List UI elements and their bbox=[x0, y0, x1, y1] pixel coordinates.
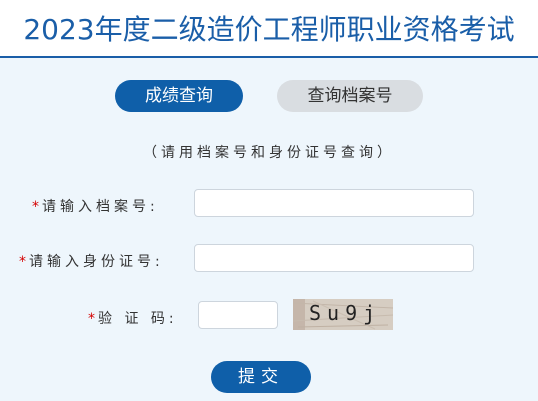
archive-number-label: * 请输入档案号: bbox=[32, 196, 159, 216]
captcha-label: * 验 证 码: bbox=[88, 308, 178, 328]
required-mark: * bbox=[19, 254, 26, 270]
tab-archive-query[interactable]: 查询档案号 bbox=[277, 80, 423, 112]
submit-button[interactable]: 提交 bbox=[211, 361, 311, 393]
id-number-label: * 请输入身份证号: bbox=[19, 251, 164, 271]
id-number-input[interactable] bbox=[194, 244, 474, 272]
tab-score-query[interactable]: 成绩查询 bbox=[115, 80, 243, 112]
archive-number-input[interactable] bbox=[194, 189, 474, 217]
required-mark: * bbox=[88, 311, 95, 327]
required-mark: * bbox=[32, 199, 39, 215]
captcha-image[interactable]: Su9j bbox=[293, 299, 393, 330]
page: 2023年度二级造价工程师职业资格考试 成绩查询 查询档案号 （请用档案号和身份… bbox=[0, 0, 538, 401]
captcha-label-text: 验 证 码: bbox=[98, 311, 178, 327]
header: 2023年度二级造价工程师职业资格考试 bbox=[0, 0, 538, 58]
query-hint: （请用档案号和身份证号查询） bbox=[143, 145, 395, 161]
archive-number-label-text: 请输入档案号: bbox=[42, 199, 159, 215]
query-panel: 成绩查询 查询档案号 （请用档案号和身份证号查询） * 请输入档案号: * 请输入身… bbox=[0, 58, 538, 401]
page-title: 2023年度二级造价工程师职业资格考试 bbox=[23, 13, 515, 46]
captcha-image-text: Su9j bbox=[309, 301, 382, 325]
captcha-input[interactable] bbox=[198, 301, 278, 329]
id-number-label-text: 请输入身份证号: bbox=[29, 254, 164, 270]
